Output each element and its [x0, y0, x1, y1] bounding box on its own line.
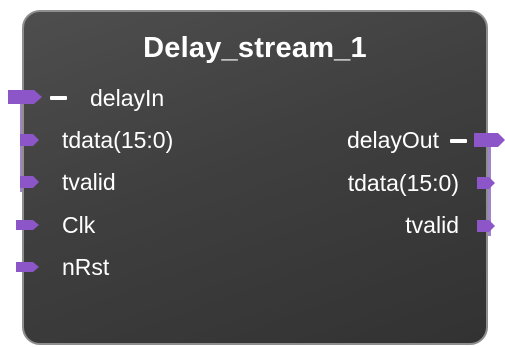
input-bus-label: delayIn [90, 85, 165, 111]
output-tvalid-label: tvalid [405, 212, 459, 238]
output-bus-pin-delayout[interactable] [474, 133, 505, 147]
input-tdata-label: tdata(15:0) [62, 127, 174, 153]
input-nrst-label: nRst [62, 254, 110, 280]
diagram-canvas: Delay_stream_1 delayIn tdata(15:0) tvali… [0, 0, 505, 347]
output-pin-tdata[interactable] [477, 177, 495, 189]
output-tdata-label: tdata(15:0) [347, 170, 459, 196]
input-pin-nrst[interactable] [16, 262, 39, 272]
output-bus-label: delayOut [346, 127, 439, 153]
output-pin-tvalid[interactable] [477, 220, 495, 232]
input-clk-label: Clk [62, 212, 96, 238]
input-pin-clk[interactable] [16, 220, 39, 230]
input-tvalid-label: tvalid [62, 169, 116, 195]
output-bus-dash [450, 139, 467, 143]
input-bus-pin-delayin[interactable] [8, 90, 42, 104]
input-bus-dash [50, 96, 67, 100]
input-pin-tdata[interactable] [20, 134, 39, 146]
input-pin-tvalid[interactable] [20, 176, 39, 188]
